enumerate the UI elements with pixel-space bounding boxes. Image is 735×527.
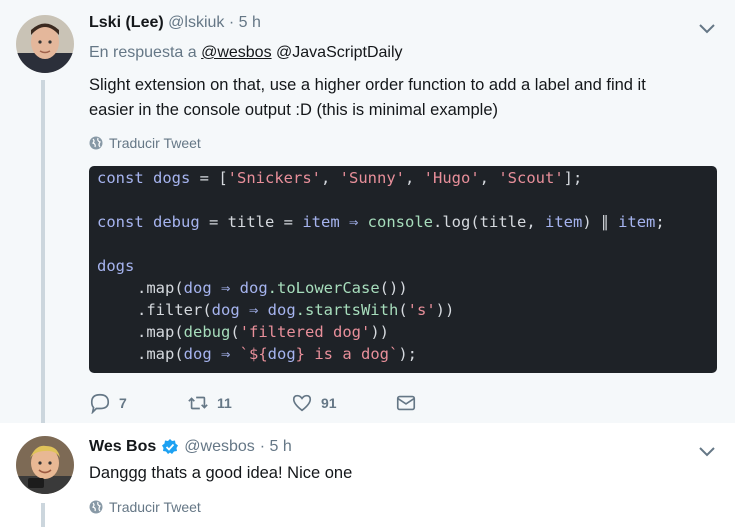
- translate-label[interactable]: Traducir Tweet: [109, 135, 201, 151]
- like-count: 91: [321, 395, 337, 411]
- reply-context: En respuesta a @wesbos @JavaScriptDaily: [89, 44, 403, 62]
- tweet-text: Danggg thats a good idea! Nice one: [89, 464, 353, 482]
- retweet-icon: [188, 396, 208, 410]
- author-handle[interactable]: @lskiuk: [168, 14, 224, 31]
- heart-icon: [292, 394, 312, 412]
- code-line-2: const debug = title = item ⇒ console.log…: [97, 213, 665, 231]
- tweet-wesbos[interactable]: Wes Bos @wesbos · 5 h Danggg thats a goo…: [0, 423, 735, 527]
- author-name[interactable]: Lski (Lee): [89, 14, 164, 31]
- thread-line: [41, 503, 45, 527]
- code-line-7: .map(dog ⇒ `${dog} is a dog`);: [137, 345, 417, 363]
- code-line-3: dogs: [97, 257, 135, 275]
- author-handle[interactable]: @wesbos: [184, 438, 255, 456]
- translate-tweet-link[interactable]: Traducir Tweet: [89, 135, 201, 151]
- tweet-text: Slight extension on that, use a higher o…: [89, 73, 709, 123]
- reply-button[interactable]: 7: [89, 392, 187, 414]
- code-line-5: .filter(dog ⇒ dog.startsWith('s')): [137, 301, 455, 319]
- mention-wesbos[interactable]: @wesbos: [201, 44, 272, 61]
- tweet-header: Wes Bos @wesbos · 5 h: [89, 438, 292, 456]
- tweet-text-line-1: Slight extension on that, use a higher o…: [89, 76, 646, 94]
- globe-icon: [89, 136, 103, 150]
- reply-icon: [90, 393, 110, 414]
- tweet-lski[interactable]: Lski (Lee) @lskiuk · 5 h En respuesta a …: [0, 0, 735, 423]
- code-line-1: const dogs = ['Snickers', 'Sunny', 'Hugo…: [97, 169, 583, 187]
- retweet-button[interactable]: 11: [187, 392, 291, 414]
- verified-badge-icon: [162, 439, 179, 454]
- code-image[interactable]: const dogs = ['Snickers', 'Sunny', 'Hugo…: [89, 166, 717, 373]
- thread-line: [41, 80, 45, 423]
- retweet-count: 11: [217, 395, 232, 411]
- like-button[interactable]: 91: [291, 392, 395, 414]
- tweet-text-line-2: easier in the console output :D (this is…: [89, 101, 499, 119]
- translate-tweet-link[interactable]: Traducir Tweet: [89, 499, 201, 515]
- chevron-down-icon[interactable]: [697, 441, 717, 461]
- tweet-time[interactable]: · 5 h: [260, 438, 292, 456]
- avatar-lski[interactable]: [16, 15, 74, 73]
- tweet-header: Lski (Lee) @lskiuk · 5 h: [89, 14, 261, 32]
- avatar-wesbos[interactable]: [16, 436, 74, 494]
- tweet-actions: 7 11 91: [89, 392, 417, 414]
- reply-prefix: En respuesta a: [89, 44, 197, 61]
- mention-javascriptdaily[interactable]: @JavaScriptDaily: [276, 44, 403, 61]
- direct-message-button[interactable]: [395, 392, 417, 414]
- reply-count: 7: [119, 395, 127, 411]
- author-name[interactable]: Wes Bos: [89, 438, 156, 456]
- translate-label[interactable]: Traducir Tweet: [109, 499, 201, 515]
- tweet-time[interactable]: · 5 h: [229, 14, 261, 31]
- code-line-4: .map(dog ⇒ dog.toLowerCase()): [137, 279, 408, 297]
- globe-icon: [89, 500, 103, 514]
- code-line-6: .map(debug('filtered dog')): [137, 323, 390, 341]
- envelope-icon: [396, 395, 416, 411]
- chevron-down-icon[interactable]: [697, 18, 717, 38]
